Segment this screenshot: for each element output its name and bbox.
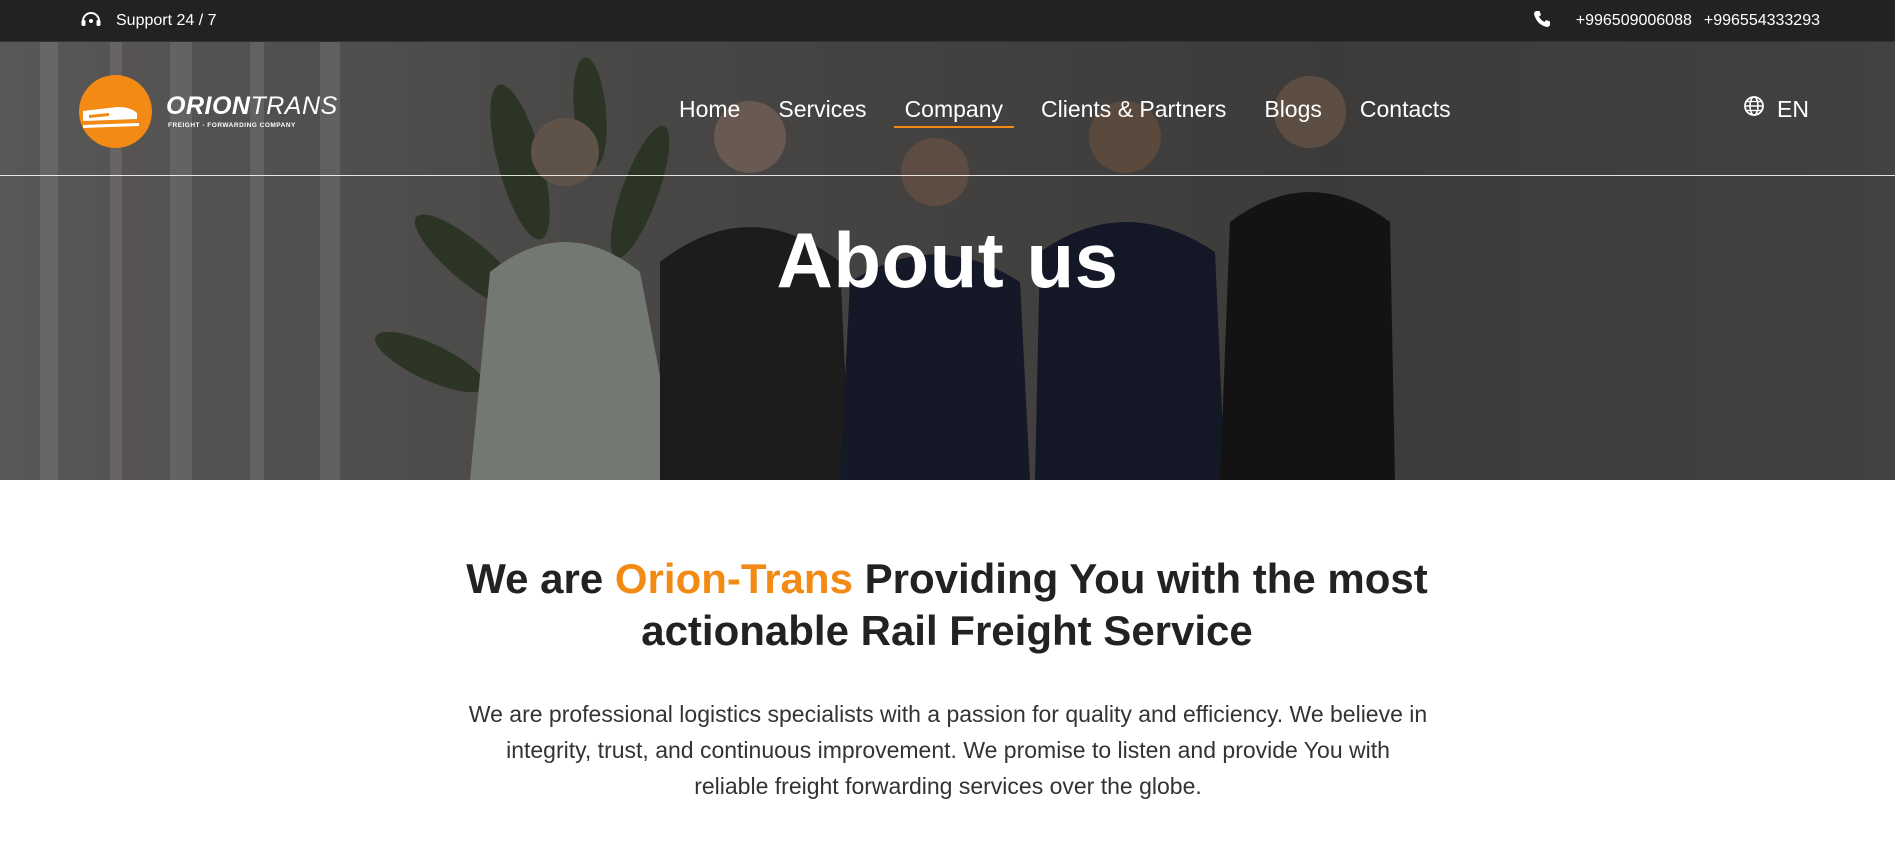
nav-clients-partners[interactable]: Clients & Partners <box>1022 42 1245 176</box>
nav-contacts[interactable]: Contacts <box>1341 42 1470 176</box>
phone-icon <box>1532 9 1552 34</box>
brand-tagline: FREIGHT - FORWARDING COMPANY <box>168 122 296 129</box>
support-block: Support 24 / 7 <box>80 0 217 42</box>
phone-number-2[interactable]: +996554333293 <box>1704 12 1820 30</box>
headset-icon <box>80 9 102 34</box>
phone-block: +996509006088 +996554333293 <box>1532 0 1820 42</box>
nav-blogs[interactable]: Blogs <box>1245 42 1341 176</box>
logo[interactable]: ORIONTRANS FREIGHT - FORWARDING COMPANY <box>79 75 338 148</box>
brand-highlight: Orion-Trans <box>614 555 853 602</box>
nav-company[interactable]: Company <box>886 42 1022 176</box>
language-label: EN <box>1777 95 1809 122</box>
brand-name: ORIONTRANS <box>166 92 338 120</box>
logo-text: ORIONTRANS FREIGHT - FORWARDING COMPANY <box>166 92 338 130</box>
nav-services[interactable]: Services <box>759 42 885 176</box>
globe-icon <box>1743 95 1765 123</box>
intro-headline: We are Orion-Trans Providing You with th… <box>466 555 1428 654</box>
language-switcher[interactable]: EN <box>1743 42 1809 176</box>
main-header: ORIONTRANS FREIGHT - FORWARDING COMPANY … <box>0 42 1895 176</box>
logo-mark <box>79 75 152 148</box>
main-nav: Home Services Company Clients & Partners… <box>660 42 1470 176</box>
top-bar: Support 24 / 7 +996509006088 +9965543332… <box>0 0 1895 42</box>
support-label: Support 24 / 7 <box>116 12 217 29</box>
phone-number-1[interactable]: +996509006088 <box>1576 12 1692 30</box>
nav-home[interactable]: Home <box>660 42 759 176</box>
intro-paragraph: We are professional logistics specialist… <box>468 701 1428 799</box>
page-title: About us <box>776 216 1119 304</box>
